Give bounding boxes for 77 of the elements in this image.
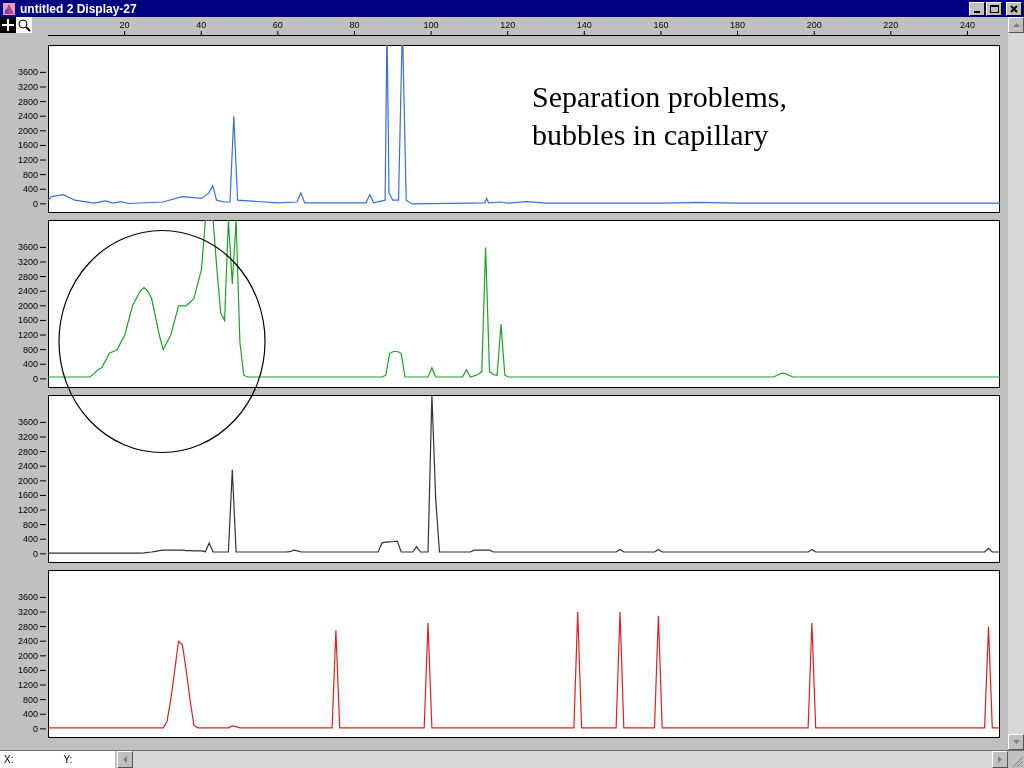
- scroll-right-button[interactable]: [992, 751, 1008, 768]
- axis-tick-label: 0: [33, 723, 38, 734]
- axis-tick-label: 400: [22, 534, 38, 545]
- zoom-tool-button[interactable]: [16, 17, 32, 33]
- axis-tick-label: 0: [33, 198, 38, 209]
- close-icon: [1010, 4, 1018, 13]
- axis-tick-label: 400: [22, 359, 38, 370]
- horizontal-scrollbar[interactable]: [117, 751, 1008, 768]
- axis-tick-label: 800: [22, 344, 38, 355]
- axis-tick-label: 60: [272, 20, 283, 30]
- axis-tick-label: 20: [119, 20, 130, 30]
- annotation-text: Separation problems, bubbles in capillary: [532, 79, 788, 153]
- axis-tick-label: 3600: [17, 67, 38, 78]
- crosshair-tool-button[interactable]: [0, 17, 16, 33]
- axis-tick-label: 2800: [17, 621, 38, 632]
- axis-tick-label: 1200: [17, 155, 38, 166]
- axis-tick-label: 3200: [17, 82, 38, 92]
- axis-tick-label: 80: [349, 20, 360, 30]
- axis-tick-label: 2000: [17, 300, 38, 311]
- axis-tick-label: 2400: [17, 461, 38, 472]
- scroll-left-button[interactable]: [117, 751, 133, 768]
- axis-tick-label: 1600: [17, 315, 38, 326]
- x-coordinate-label: X:: [4, 753, 14, 767]
- axis-tick-label: 1600: [17, 490, 38, 501]
- axis-tick-label: 40: [196, 20, 207, 30]
- maximize-button[interactable]: [986, 1, 1002, 16]
- axis-tick-label: 1600: [17, 140, 38, 151]
- axis-tick-label: 220: [883, 20, 899, 30]
- axis-tick-label: 2400: [17, 636, 38, 647]
- axis-tick-label: 180: [730, 20, 746, 30]
- axis-tick-label: 3600: [17, 242, 38, 253]
- axis-tick-label: 2400: [17, 111, 38, 122]
- axis-tick-label: 1200: [17, 505, 38, 516]
- crosshair-icon: [2, 19, 14, 31]
- scroll-down-button[interactable]: [1008, 734, 1024, 750]
- axis-tick-label: 2000: [17, 475, 38, 486]
- axis-tick-label: 1600: [17, 665, 38, 676]
- axis-tick-label: 400: [22, 709, 38, 720]
- axis-tick-label: 400: [22, 184, 38, 195]
- axis-tick-label: 160: [653, 20, 669, 30]
- axis-tick-label: 2800: [17, 446, 38, 457]
- axis-tick-label: 2400: [17, 286, 38, 297]
- close-button[interactable]: [1006, 1, 1022, 16]
- right-arrow-icon: [998, 756, 1002, 763]
- window-title: untitled 2 Display-27: [20, 0, 137, 18]
- axis-tick-label: 3600: [17, 417, 38, 428]
- axis-tick-label: 140: [576, 20, 592, 30]
- minimize-button[interactable]: [969, 1, 985, 16]
- axis-tick-label: 800: [22, 519, 38, 530]
- y-coordinate-label: Y:: [63, 753, 73, 767]
- vertical-scrollbar[interactable]: [1008, 17, 1024, 750]
- axis-tick-label: 0: [33, 548, 38, 559]
- up-arrow-icon: [1012, 23, 1020, 27]
- axis-tick-label: 1200: [17, 330, 38, 341]
- axis-tick-label: 240: [959, 20, 975, 30]
- axis-tick-label: 200: [806, 20, 822, 30]
- axis-tick-label: 100: [423, 20, 439, 30]
- minimize-icon: [974, 10, 980, 13]
- axis-tick-label: 0: [33, 373, 38, 384]
- axis-tick-label: 3200: [17, 607, 38, 617]
- magnifier-icon: [17, 18, 31, 32]
- axis-tick-label: 3200: [17, 432, 38, 442]
- down-arrow-icon: [1012, 740, 1020, 744]
- maximize-icon: [989, 4, 999, 13]
- axis-tick-label: 800: [22, 169, 38, 180]
- axis-tick-label: 1200: [17, 680, 38, 691]
- axis-tick-label: 120: [500, 20, 516, 30]
- axis-tick-label: 800: [22, 694, 38, 705]
- axis-tick-label: 3600: [17, 592, 38, 603]
- axis-tick-label: 2000: [17, 650, 38, 661]
- axis-tick-label: 3200: [17, 257, 38, 267]
- axis-tick-label: 2800: [17, 271, 38, 282]
- app-icon: [2, 1, 16, 16]
- axis-tick-label: 2000: [17, 125, 38, 136]
- left-arrow-icon: [123, 756, 127, 763]
- axis-tick-label: 2800: [17, 96, 38, 107]
- scroll-up-button[interactable]: [1008, 17, 1024, 33]
